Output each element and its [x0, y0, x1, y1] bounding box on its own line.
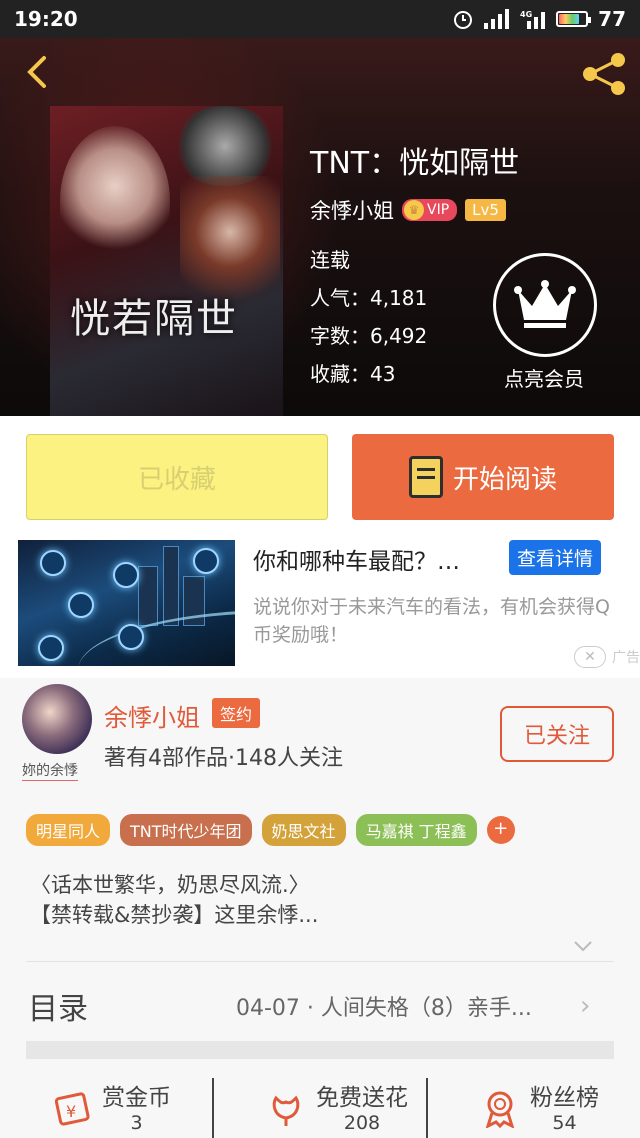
fan-rank-label: 粉丝榜 — [530, 1085, 599, 1111]
status-time: 19:20 — [14, 7, 78, 31]
member-button[interactable] — [493, 253, 597, 357]
avatar[interactable] — [22, 684, 92, 754]
ad-node — [40, 550, 66, 576]
tag-item[interactable]: 奶思文社 — [261, 814, 346, 846]
signed-badge: 签约 — [212, 698, 261, 728]
ad-building — [138, 566, 158, 626]
send-flower-label: 免费送花 — [316, 1085, 408, 1111]
crown-icon: ♛ — [404, 200, 424, 220]
ad-node — [193, 548, 219, 574]
fan-rank-button[interactable]: 粉丝榜 54 — [426, 1078, 640, 1138]
close-icon[interactable]: ✕ — [574, 646, 606, 668]
vip-badge: ♛ VIP — [402, 199, 458, 221]
author-section: 妳的余悸 余悸小姐 签约 著有4部作品·148人关注 已关注 明星同人 TNT时… — [0, 678, 640, 1138]
vip-label: VIP — [427, 202, 450, 218]
author-stats: 著有4部作品·148人关注 — [104, 746, 343, 771]
tag-item[interactable]: TNT时代少年团 — [120, 814, 252, 846]
ad-label: 广告 — [612, 650, 640, 666]
toc-latest-chapter[interactable]: 04-07 · 人间失格（8）亲手... — [236, 990, 532, 1022]
tag-item[interactable]: 马嘉祺 丁程鑫 — [355, 814, 477, 846]
serial-status: 连载 — [310, 248, 350, 272]
author-name[interactable]: 余悸小姐 — [310, 195, 394, 225]
ad-node — [38, 635, 64, 661]
favorite-count: 收藏：43 — [310, 362, 396, 386]
share-button[interactable] — [580, 50, 628, 98]
ad-detail-button[interactable]: 查看详情 — [509, 540, 602, 575]
chevron-left-icon — [27, 56, 46, 88]
level-badge: Lv5 — [465, 199, 506, 221]
ad-node — [113, 562, 139, 588]
follow-button[interactable]: 已关注 — [500, 706, 614, 762]
send-flower-count: 208 — [343, 1112, 381, 1134]
status-bar: 19:20 4G 77 — [0, 0, 640, 38]
word-count: 字数：6,492 — [310, 324, 428, 348]
reward-row: ¥ 赏金币 3 免费送花 208 粉丝榜 54 — [0, 1078, 640, 1138]
send-flower-button[interactable]: 免费送花 208 — [212, 1078, 426, 1138]
crown-icon — [514, 280, 576, 328]
intro-line: 【禁转载&禁抄袭】这里余悸... — [30, 903, 319, 927]
chevron-down-icon[interactable] — [573, 936, 593, 956]
ad-banner[interactable]: 你和哪种车最配？… 查看详情 说说你对于未来汽车的看法，有机会获得Q币奖励哦！ … — [0, 538, 640, 678]
author-card-name[interactable]: 余悸小姐 — [104, 698, 200, 733]
alarm-icon — [454, 11, 473, 29]
avatar-caption: 妳的余悸 — [22, 760, 78, 781]
share-icon — [583, 53, 625, 95]
popularity: 人气：4,181 — [310, 286, 428, 310]
book-icon — [408, 456, 443, 498]
toc-label[interactable]: 目录 — [28, 984, 88, 1028]
book-intro[interactable]: 〈话本世繁华，奶思尽风流.〉 【禁转载&禁抄袭】这里余悸... — [30, 870, 318, 930]
book-header: 恍若隔世 TNT：恍如隔世 余悸小姐 ♛ VIP Lv5 连载 人气：4,181 … — [0, 38, 640, 416]
collected-button[interactable]: 已收藏 — [26, 434, 328, 520]
cover-figure-left — [60, 126, 170, 276]
reward-coin-count: 3 — [130, 1112, 143, 1134]
battery-level-fill — [559, 14, 579, 24]
cover-title-art: 恍若隔世 — [70, 296, 238, 342]
add-tag-button[interactable]: + — [486, 816, 515, 844]
status-icons: 4G 77 — [452, 7, 626, 31]
tag-list: 明星同人 TNT时代少年团 奶思文社 马嘉祺 丁程鑫 + — [26, 814, 515, 846]
coin-icon: ¥ — [54, 1092, 90, 1126]
svg-text:¥: ¥ — [66, 1102, 76, 1121]
tag-item[interactable]: 明星同人 — [26, 814, 111, 846]
svg-text:4G: 4G — [520, 10, 532, 19]
signal-icon — [484, 9, 510, 29]
flower-icon — [272, 1095, 300, 1126]
intro-line: 〈话本世繁华，奶思尽风流.〉 — [30, 873, 310, 897]
back-button[interactable] — [18, 52, 58, 92]
divider — [26, 961, 614, 962]
signal-4g-icon: 4G — [520, 10, 546, 29]
cover-figure-top — [170, 106, 280, 186]
medal-icon — [485, 1091, 515, 1128]
ad-node — [68, 592, 94, 618]
ad-building — [163, 546, 179, 626]
ad-tag: ✕ 广告 — [574, 644, 640, 670]
chevron-right-icon[interactable]: › — [580, 991, 590, 1021]
battery-percent: 77 — [598, 7, 626, 31]
ad-image[interactable] — [18, 540, 235, 666]
fan-rank-count: 54 — [552, 1112, 577, 1134]
reward-coin-label: 赏金币 — [102, 1085, 171, 1111]
book-title: TNT：恍如隔世 — [310, 146, 520, 181]
reward-coin-button[interactable]: ¥ 赏金币 3 — [0, 1078, 212, 1138]
ad-node — [118, 624, 144, 650]
start-reading-button[interactable]: 开始阅读 — [352, 434, 614, 520]
start-reading-label: 开始阅读 — [452, 464, 557, 495]
book-cover[interactable]: 恍若隔世 — [50, 106, 283, 416]
ad-title[interactable]: 你和哪种车最配？… — [253, 542, 460, 576]
ad-description[interactable]: 说说你对于未来汽车的看法，有机会获得Q币奖励哦！ — [253, 593, 613, 649]
author-row[interactable]: 余悸小姐 ♛ VIP Lv5 — [310, 195, 506, 225]
section-separator — [26, 1041, 614, 1059]
member-label: 点亮会员 — [504, 367, 584, 391]
battery-icon — [556, 11, 592, 27]
